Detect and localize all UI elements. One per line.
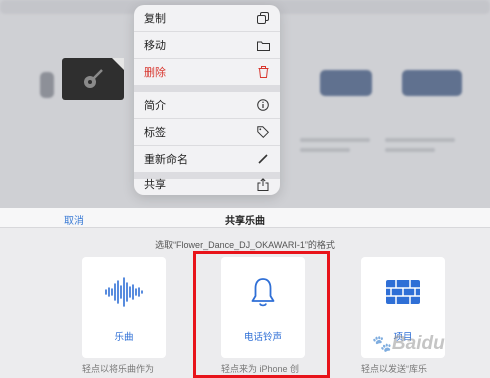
paw-icon: 🐾: [372, 336, 392, 353]
menu-item-label: 删除: [144, 67, 166, 79]
trash-icon: [256, 65, 270, 79]
share-icon: [256, 177, 270, 191]
option-description: 轻点以发送“库乐: [361, 364, 427, 374]
info-icon: [256, 98, 270, 112]
sheet-nav-bar: 取消 共享乐曲: [0, 208, 490, 228]
menu-item-label: 移动: [144, 40, 166, 52]
menu-item-label: 标签: [144, 127, 166, 139]
menu-item-move[interactable]: 移动: [134, 32, 280, 58]
folder-icon: [256, 38, 270, 52]
tag-icon: [256, 125, 270, 139]
menu-item-rename[interactable]: 重新命名: [134, 146, 280, 172]
menu-item-label: 重新命名: [144, 154, 188, 166]
menu-item-delete[interactable]: 删除: [134, 59, 280, 85]
option-description: 轻点以将乐曲作为: [82, 364, 155, 374]
watermark: 🐾Baidu: [372, 333, 445, 355]
watermark-text: Baidu: [391, 333, 445, 354]
sheet-title: 共享乐曲: [225, 216, 265, 227]
project-icon: [361, 275, 445, 309]
menu-item-share[interactable]: 共享: [134, 173, 280, 195]
menu-item-tags[interactable]: 标签: [134, 119, 280, 145]
option-song-card[interactable]: 乐曲: [82, 257, 166, 358]
menu-item-label: 简介: [144, 100, 166, 112]
menu-item-label: 复制: [144, 13, 166, 25]
menu-item-label: 共享: [144, 179, 166, 191]
menu-item-copy[interactable]: 复制: [134, 5, 280, 31]
pencil-icon: [256, 152, 270, 166]
waveform-icon: [82, 275, 166, 309]
context-menu: 复制 移动 删除 简介 标签 重新命名 共享: [134, 5, 280, 195]
option-label: 乐曲: [114, 332, 134, 343]
menu-item-info[interactable]: 简介: [134, 92, 280, 118]
guitar-icon: [84, 69, 103, 88]
highlight-box: [193, 251, 330, 378]
format-prompt: 选取“Flower_Dance_DJ_OKAWARI-1”的格式: [155, 240, 335, 250]
song-thumbnail[interactable]: [62, 58, 124, 100]
copy-icon: [256, 11, 270, 25]
